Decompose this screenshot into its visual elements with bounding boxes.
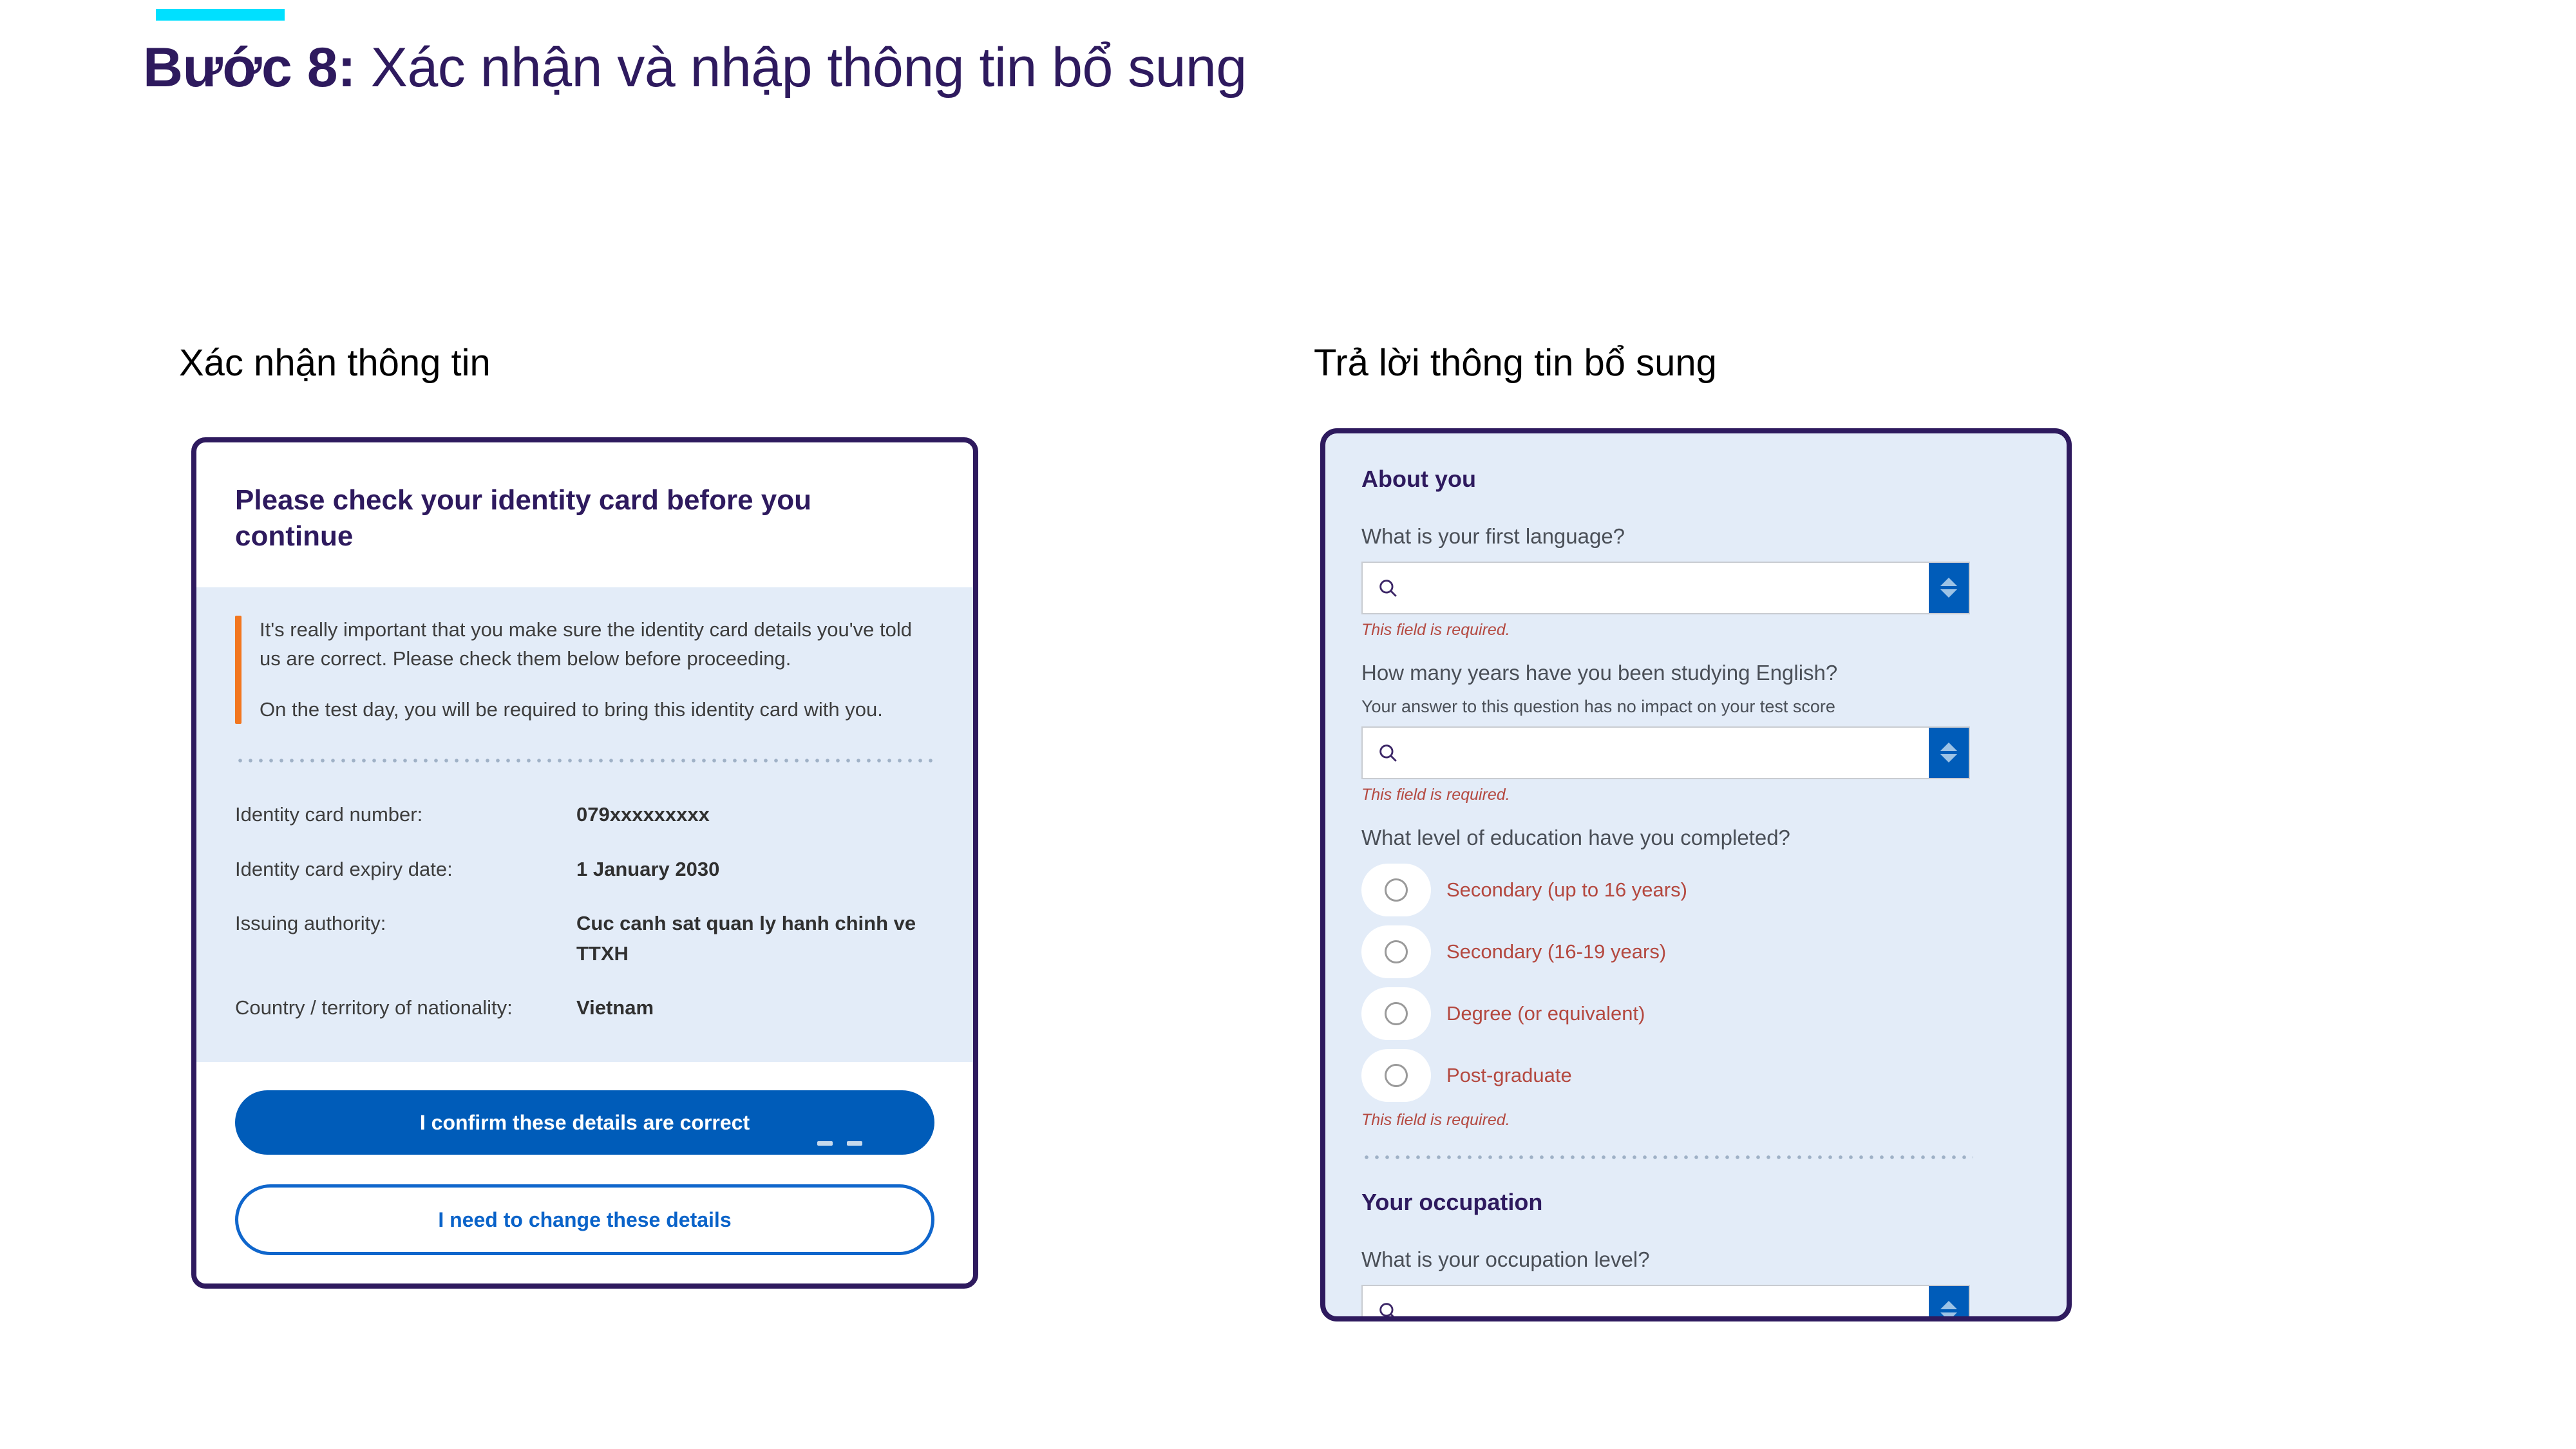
radio-option-secondary-up-to-16[interactable]: Secondary (up to 16 years): [1361, 864, 2031, 917]
radio-option-label: Secondary (up to 16 years): [1446, 878, 1687, 901]
occupation-divider: [1361, 1155, 1973, 1160]
radio-unchecked-icon: [1385, 878, 1408, 902]
detail-row: Issuing authority: Cuc canh sat quan ly …: [235, 909, 934, 969]
identity-card-panel: Please check your identity card before y…: [191, 437, 978, 1289]
first-language-combobox[interactable]: [1361, 561, 1970, 614]
detail-value: Cuc canh sat quan ly hanh chinh ve TTXH: [576, 912, 916, 965]
years-english-combobox[interactable]: [1361, 726, 1970, 779]
identity-button-zone: I confirm these details are correct I ne…: [196, 1061, 973, 1283]
field-first-language: What is your first language? This field …: [1361, 522, 2031, 639]
field-years-english-hint: Your answer to this question has no impa…: [1361, 697, 1835, 717]
radio-option-label: Degree (or equivalent): [1446, 1001, 1645, 1025]
detail-value: 1 January 2030: [576, 857, 720, 880]
detail-row: Identity card number: 079xxxxxxxxx: [235, 800, 934, 830]
detail-label: Issuing authority:: [235, 912, 386, 935]
field-years-english-label: How many years have you been studying En…: [1361, 660, 1838, 685]
education-level-radio-group: Secondary (up to 16 years) Secondary (16…: [1361, 864, 2031, 1103]
notice-text: It's really important that you make sure…: [260, 616, 933, 724]
field-education-level-label: What level of education have you complet…: [1361, 825, 1790, 849]
radio-pill: [1361, 864, 1431, 917]
radio-option-label: Secondary (16-19 years): [1446, 940, 1667, 963]
field-first-language-label: What is your first language?: [1361, 524, 1625, 548]
occupation-level-combobox[interactable]: [1361, 1284, 1970, 1316]
radio-option-secondary-16-19[interactable]: Secondary (16-19 years): [1361, 925, 2031, 979]
section-title-your-occupation: Your occupation: [1361, 1189, 1543, 1216]
change-details-button-label: I need to change these details: [438, 1208, 732, 1231]
field-years-english: How many years have you been studying En…: [1361, 659, 2031, 804]
field-occupation-level: What is your occupation level? This fiel…: [1361, 1245, 2031, 1316]
detail-label: Country / territory of nationality:: [235, 996, 513, 1019]
radio-unchecked-icon: [1385, 1002, 1408, 1026]
confirm-details-button-label: I confirm these details are correct: [419, 1110, 750, 1134]
field-occupation-level-label: What is your occupation level?: [1361, 1247, 1650, 1272]
first-language-input[interactable]: [1363, 563, 1929, 613]
radio-unchecked-icon: [1385, 940, 1408, 964]
radio-option-degree[interactable]: Degree (or equivalent): [1361, 987, 2031, 1041]
identity-notice: It's really important that you make sure…: [196, 615, 973, 724]
detail-value: 079xxxxxxxxx: [576, 803, 710, 826]
identity-card-body: It's really important that you make sure…: [196, 587, 973, 1062]
page-title-rest: Xác nhận và nhập thông tin bổ sung: [355, 37, 1247, 99]
identity-detail-list: Identity card number: 079xxxxxxxxx Ident…: [235, 800, 934, 1023]
confirm-details-button[interactable]: I confirm these details are correct: [235, 1090, 934, 1155]
radio-pill: [1361, 987, 1431, 1041]
radio-option-label: Post-graduate: [1446, 1063, 1572, 1086]
title-accent-bar: [156, 9, 285, 21]
detail-row: Country / territory of nationality: Viet…: [235, 993, 934, 1023]
first-language-error: This field is required.: [1361, 620, 1510, 639]
detail-label: Identity card expiry date:: [235, 857, 453, 880]
search-icon: [1377, 742, 1399, 764]
notice-accent-bar: [235, 615, 242, 724]
years-english-error: This field is required.: [1361, 785, 1510, 804]
detail-label: Identity card number:: [235, 803, 423, 826]
years-english-input[interactable]: [1363, 728, 1929, 778]
updown-stepper-icon[interactable]: [1929, 562, 1969, 613]
radio-pill: [1361, 925, 1431, 979]
radio-pill: [1361, 1049, 1431, 1103]
updown-stepper-icon[interactable]: [1929, 1285, 1969, 1316]
additional-info-panel: About you What is your first language? T…: [1320, 428, 2072, 1321]
notice-paragraph-2: On the test day, you will be required to…: [260, 697, 883, 721]
identity-card-title: Please check your identity card before y…: [235, 484, 811, 553]
identity-divider: [235, 759, 934, 763]
button-focus-dots-icon: [817, 1141, 862, 1146]
education-level-error: This field is required.: [1361, 1111, 1510, 1130]
field-education-level: What level of education have you complet…: [1361, 824, 2031, 1130]
search-icon: [1377, 1300, 1399, 1316]
detail-row: Identity card expiry date: 1 January 203…: [235, 855, 934, 885]
detail-value: Vietnam: [576, 996, 654, 1019]
radio-option-post-graduate[interactable]: Post-graduate: [1361, 1049, 2031, 1103]
occupation-level-input[interactable]: [1363, 1286, 1929, 1316]
updown-stepper-icon[interactable]: [1929, 727, 1969, 778]
page-title-step: Bước 8:: [143, 37, 356, 99]
page-title: Bước 8: Xác nhận và nhập thông tin bổ su…: [143, 37, 1247, 99]
notice-paragraph-1: It's really important that you make sure…: [260, 618, 912, 670]
radio-unchecked-icon: [1385, 1064, 1408, 1088]
section-title-about-you: About you: [1361, 466, 1476, 492]
right-column-heading: Trả lời thông tin bổ sung: [1314, 342, 1717, 384]
change-details-button[interactable]: I need to change these details: [235, 1184, 934, 1255]
search-icon: [1377, 577, 1399, 599]
left-column-heading: Xác nhận thông tin: [179, 342, 491, 384]
